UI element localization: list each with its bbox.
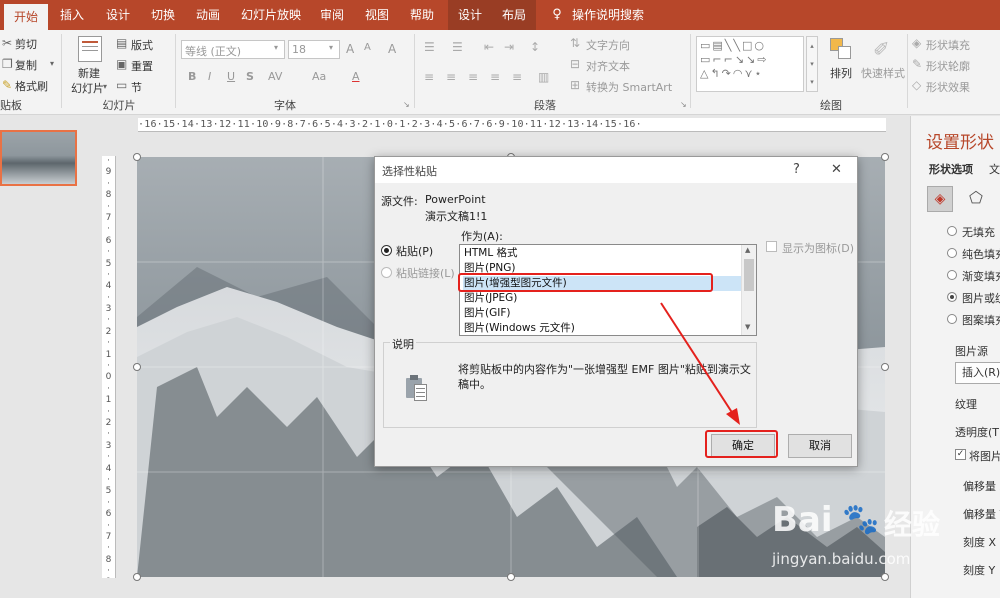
paw-icon: 🐾 [842, 502, 880, 537]
watermark-brand-2: 经验 [884, 508, 941, 541]
watermark-url: jingyan.baidu.com [772, 550, 911, 568]
baidu-jingyan-watermark: Bai 🐾 经验 jingyan.baidu.com [772, 500, 1000, 598]
watermark-brand: Bai [772, 500, 833, 540]
